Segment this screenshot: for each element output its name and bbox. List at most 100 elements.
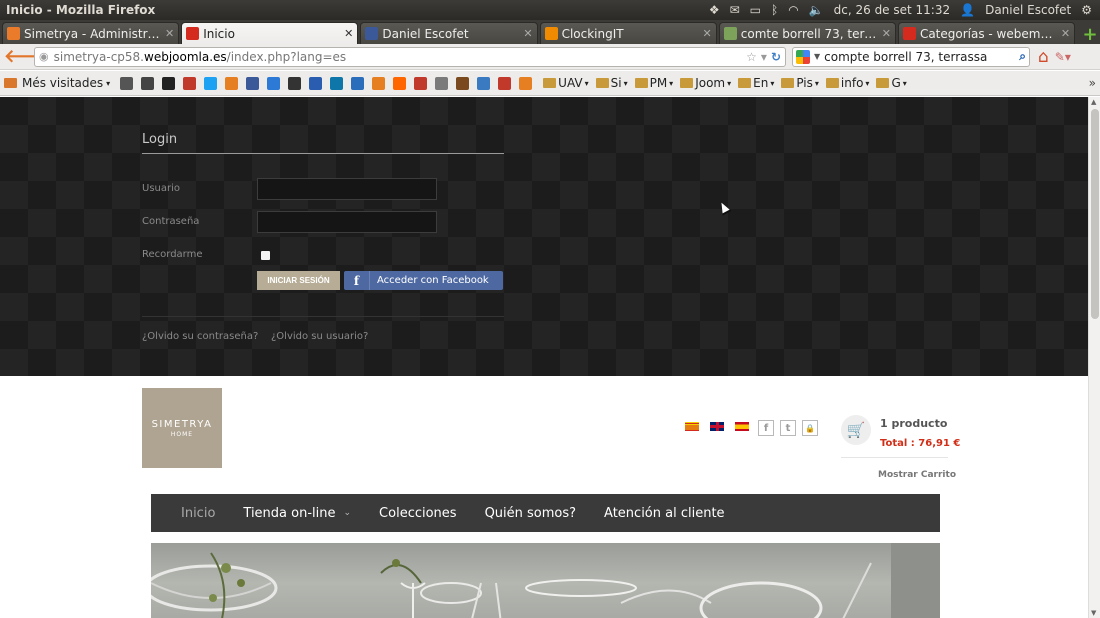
- url-bar[interactable]: ◉ simetrya-cp58. webjoomla.es/index.php?l…: [34, 46, 786, 67]
- google-icon[interactable]: [796, 49, 810, 64]
- window-title: Inicio - Mozilla Firefox: [6, 3, 156, 17]
- bookmark-favicon-icon[interactable]: [225, 76, 239, 90]
- login-title: Login: [142, 132, 504, 154]
- main-nav-item[interactable]: Colecciones: [379, 506, 457, 521]
- facebook-icon: f: [344, 271, 370, 290]
- bookmark-favicon-icon[interactable]: [435, 76, 449, 90]
- site-logo[interactable]: SIMETRYA HOME: [142, 388, 222, 468]
- folder-icon: [738, 78, 752, 88]
- bookmark-favicon-icon[interactable]: [519, 76, 533, 90]
- browser-tab[interactable]: Inicio ✕: [181, 22, 359, 44]
- search-engine-caret-icon[interactable]: ▼: [814, 52, 820, 61]
- clock[interactable]: dc, 26 de set 11:32: [834, 3, 950, 17]
- tab-close-icon[interactable]: ✕: [523, 27, 532, 40]
- bookmark-favicon-icon[interactable]: [183, 76, 197, 90]
- lock-icon[interactable]: 🔒: [802, 420, 818, 436]
- main-nav-item[interactable]: Quién somos?: [485, 506, 576, 521]
- browser-tab-label: Inicio: [203, 26, 235, 41]
- bookmark-folder[interactable]: UAV ▾: [543, 76, 589, 90]
- new-tab-icon[interactable]: +: [1080, 24, 1100, 45]
- bookmark-favicon-icon[interactable]: [477, 76, 491, 90]
- cart-icon[interactable]: 🛒: [841, 415, 871, 445]
- bluetooth-icon[interactable]: ᛒ: [771, 3, 778, 17]
- bookmark-favicon-icon[interactable]: [414, 76, 428, 90]
- english-flag-icon[interactable]: [710, 422, 724, 431]
- bookmark-folder[interactable]: En ▾: [738, 76, 774, 90]
- login-button[interactable]: INICIAR SESIÓN: [257, 271, 340, 290]
- facebook-social-icon[interactable]: f: [758, 420, 774, 436]
- bookmark-folder[interactable]: G ▾: [876, 76, 907, 90]
- url-dropdown-icon[interactable]: ▾: [761, 50, 767, 64]
- back-arrow-icon[interactable]: 🡐: [4, 46, 52, 67]
- spanish-flag-icon[interactable]: [735, 422, 749, 431]
- remember-checkbox[interactable]: [261, 251, 270, 260]
- addon-icon[interactable]: ✎▾: [1055, 50, 1071, 64]
- dropbox-icon[interactable]: ❖: [709, 3, 720, 17]
- browser-tab[interactable]: comte borrell 73, terra... ✕: [718, 22, 896, 44]
- bookmarks-overflow-icon[interactable]: »: [1089, 76, 1096, 90]
- bookmark-favicon-icon[interactable]: [246, 76, 260, 90]
- wifi-icon[interactable]: ◠: [788, 3, 798, 17]
- tab-close-icon[interactable]: ✕: [1061, 27, 1070, 40]
- tab-close-icon[interactable]: ✕: [882, 27, 891, 40]
- scroll-up-icon[interactable]: ▲: [1091, 98, 1096, 106]
- volume-icon[interactable]: 🔈: [809, 3, 824, 17]
- tab-close-icon[interactable]: ✕: [703, 27, 712, 40]
- gear-icon[interactable]: ⚙: [1081, 3, 1092, 17]
- bookmark-favicon-icon[interactable]: [393, 76, 407, 90]
- main-navigation: Inicio Tienda on-line ⌄ Colecciones Quién so…: [151, 494, 940, 532]
- bookmark-star-icon[interactable]: ☆: [746, 50, 757, 64]
- bookmark-folder[interactable]: Pis ▾: [781, 76, 819, 90]
- bookmark-folder[interactable]: Joom ▾: [680, 76, 731, 90]
- logo-sub-text: HOME: [170, 430, 194, 438]
- navigation-toolbar: 🡐 ◉ simetrya-cp58. webjoomla.es/index.php…: [0, 44, 1100, 70]
- search-bar[interactable]: ▼ compte borrell 73, terrassa ⌕: [792, 46, 1030, 67]
- bookmark-favicon-icon[interactable]: [498, 76, 512, 90]
- bookmark-favicon-icon[interactable]: [267, 76, 281, 90]
- search-icon[interactable]: ⌕: [1019, 49, 1026, 64]
- scroll-down-icon[interactable]: ▼: [1091, 609, 1096, 617]
- mail-icon[interactable]: ✉: [730, 3, 740, 17]
- most-visited-bookmark[interactable]: Més visitades ▾: [4, 76, 110, 90]
- username-input[interactable]: [257, 178, 437, 200]
- vertical-scrollbar[interactable]: ▲ ▼: [1088, 97, 1100, 618]
- bookmark-favicon-icon[interactable]: [141, 76, 155, 90]
- tab-close-icon[interactable]: ✕: [344, 27, 353, 40]
- twitter-social-icon[interactable]: t: [780, 420, 796, 436]
- scrollbar-thumb[interactable]: [1091, 109, 1099, 319]
- bookmark-folder[interactable]: PM ▾: [634, 76, 673, 90]
- folder-icon: [876, 78, 890, 88]
- bookmark-favicon-icon[interactable]: [330, 76, 344, 90]
- forgot-password-link[interactable]: ¿Olvido su contraseña?: [142, 331, 258, 342]
- catalan-flag-icon[interactable]: [685, 422, 699, 431]
- bookmark-folder[interactable]: info ▾: [825, 76, 869, 90]
- bookmark-folder[interactable]: Si ▾: [595, 76, 628, 90]
- browser-tab[interactable]: Categorías - webempre... ✕: [897, 22, 1076, 44]
- facebook-login-button[interactable]: f Acceder con Facebook: [344, 271, 503, 290]
- user-name[interactable]: Daniel Escofet: [985, 3, 1071, 17]
- battery-icon[interactable]: ▭: [750, 3, 761, 17]
- browser-tab[interactable]: Daniel Escofet ✕: [360, 22, 538, 44]
- cart-divider: [841, 457, 948, 458]
- tab-close-icon[interactable]: ✕: [165, 27, 174, 40]
- bookmark-favicon-icon[interactable]: [372, 76, 386, 90]
- browser-tab[interactable]: Simetrya - Administración✕: [2, 22, 180, 44]
- show-cart-link[interactable]: Mostrar Carrito: [878, 470, 956, 480]
- main-nav-item[interactable]: Inicio: [181, 506, 215, 521]
- bookmark-favicon-icon[interactable]: [120, 76, 134, 90]
- bookmark-favicon-icon[interactable]: [204, 76, 218, 90]
- main-nav-item[interactable]: Tienda on-line ⌄: [243, 506, 351, 521]
- browser-tab[interactable]: ClockingIT ✕: [539, 22, 717, 44]
- home-icon[interactable]: ⌂: [1038, 47, 1049, 67]
- main-nav-item[interactable]: Atención al cliente: [604, 506, 725, 521]
- reload-icon[interactable]: ↻: [771, 50, 781, 64]
- search-input[interactable]: compte borrell 73, terrassa: [824, 50, 987, 64]
- bookmark-favicon-icon[interactable]: [351, 76, 365, 90]
- bookmark-favicon-icon[interactable]: [456, 76, 470, 90]
- bookmark-favicon-icon[interactable]: [288, 76, 302, 90]
- bookmark-favicon-icon[interactable]: [162, 76, 176, 90]
- forgot-username-link[interactable]: ¿Olvido su usuario?: [271, 331, 368, 342]
- bookmark-favicon-icon[interactable]: [309, 76, 323, 90]
- chevron-down-icon: ▾: [106, 78, 111, 88]
- password-input[interactable]: [257, 211, 437, 233]
